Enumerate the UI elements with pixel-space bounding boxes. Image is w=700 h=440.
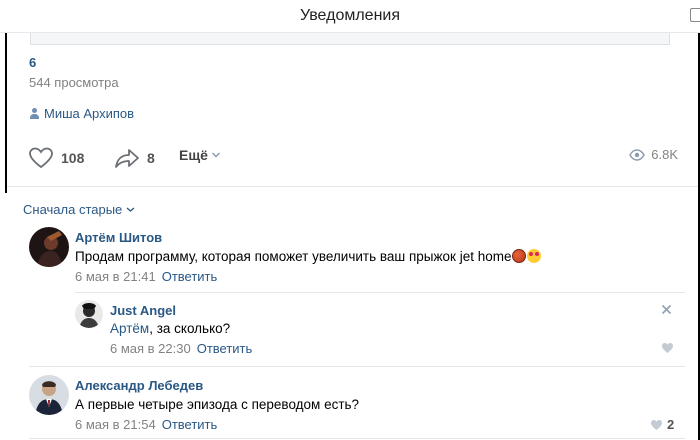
top-bar: Уведомления [0,0,700,33]
comment-text: Артём, за сколько? [110,321,230,336]
chevron-down-icon [126,207,135,212]
comment-separator [29,366,685,367]
eye-icon [629,148,646,161]
reply-button[interactable]: Ответить [162,269,218,284]
avatar-image [29,375,69,415]
comment-author[interactable]: Just Angel [110,303,176,318]
views-counter: 6.8K [629,147,678,162]
avatar[interactable] [75,300,103,328]
comment-text-content: Продам программу, которая поможет увелич… [75,249,512,264]
comment-like-button[interactable]: 2 [650,417,674,432]
person-icon [29,108,39,119]
comment-meta: 6 мая в 21:41 Ответить [75,269,217,284]
share-button[interactable]: 8 [114,147,155,169]
avatar-image [75,300,103,328]
comment-date[interactable]: 6 мая в 22:30 [110,341,191,356]
comment-likes-count: 2 [667,417,675,432]
comment-separator [75,292,685,293]
comment-text: Продам программу, которая поможет увелич… [75,249,542,264]
page-title: Уведомления [299,7,401,24]
left-edge-line [5,33,7,193]
shares-count: 8 [147,150,155,166]
reply-button[interactable]: Ответить [197,341,253,356]
views-count: 6.8K [651,147,678,162]
avatar[interactable] [29,227,69,267]
comment-date[interactable]: 6 мая в 21:54 [75,417,156,432]
chevron-down-icon [211,152,220,158]
heart-icon [29,147,53,169]
comment-meta: 6 мая в 22:30 Ответить [110,341,252,356]
comment-author[interactable]: Александр Лебедев [75,378,203,393]
post-attachment[interactable] [30,33,670,45]
post-divider [7,186,698,187]
avatar[interactable] [29,375,69,415]
basketball-emoji [512,249,527,263]
external-link-icon[interactable] [690,8,700,22]
post-author-link[interactable]: Миша Архипов [29,106,134,121]
post-views-text: 544 просмотра [29,75,119,90]
likes-count: 108 [61,150,85,166]
comment-meta: 6 мая в 21:54 Ответить [75,417,217,432]
comment-text-content: , за сколько? [149,321,231,336]
reply-button[interactable]: Ответить [162,417,218,432]
comment-separator [29,438,685,439]
heart-icon[interactable] [661,342,674,354]
share-icon [115,149,139,168]
post-author-name: Миша Архипов [44,106,135,121]
comment-author[interactable]: Артём Шитов [75,230,162,245]
more-button[interactable]: Ещё [179,147,221,163]
more-label: Ещё [179,147,208,163]
comment-text: А первые четыре эпизода с переводом есть… [75,397,360,412]
post-number-link[interactable]: 6 [29,55,36,70]
comments-sort-dropdown[interactable]: Сначала старые [23,202,135,217]
post-actions: 108 8 Ещё 6.8K [28,147,678,173]
close-icon[interactable] [661,304,672,315]
avatar-image [29,227,69,267]
heart-eyes-emoji [527,249,542,263]
comments-sort-label: Сначала старые [23,202,123,217]
mention-link[interactable]: Артём [110,321,149,336]
like-button[interactable]: 108 [28,147,84,169]
heart-icon [651,419,662,430]
comment-date[interactable]: 6 мая в 21:41 [75,269,156,284]
